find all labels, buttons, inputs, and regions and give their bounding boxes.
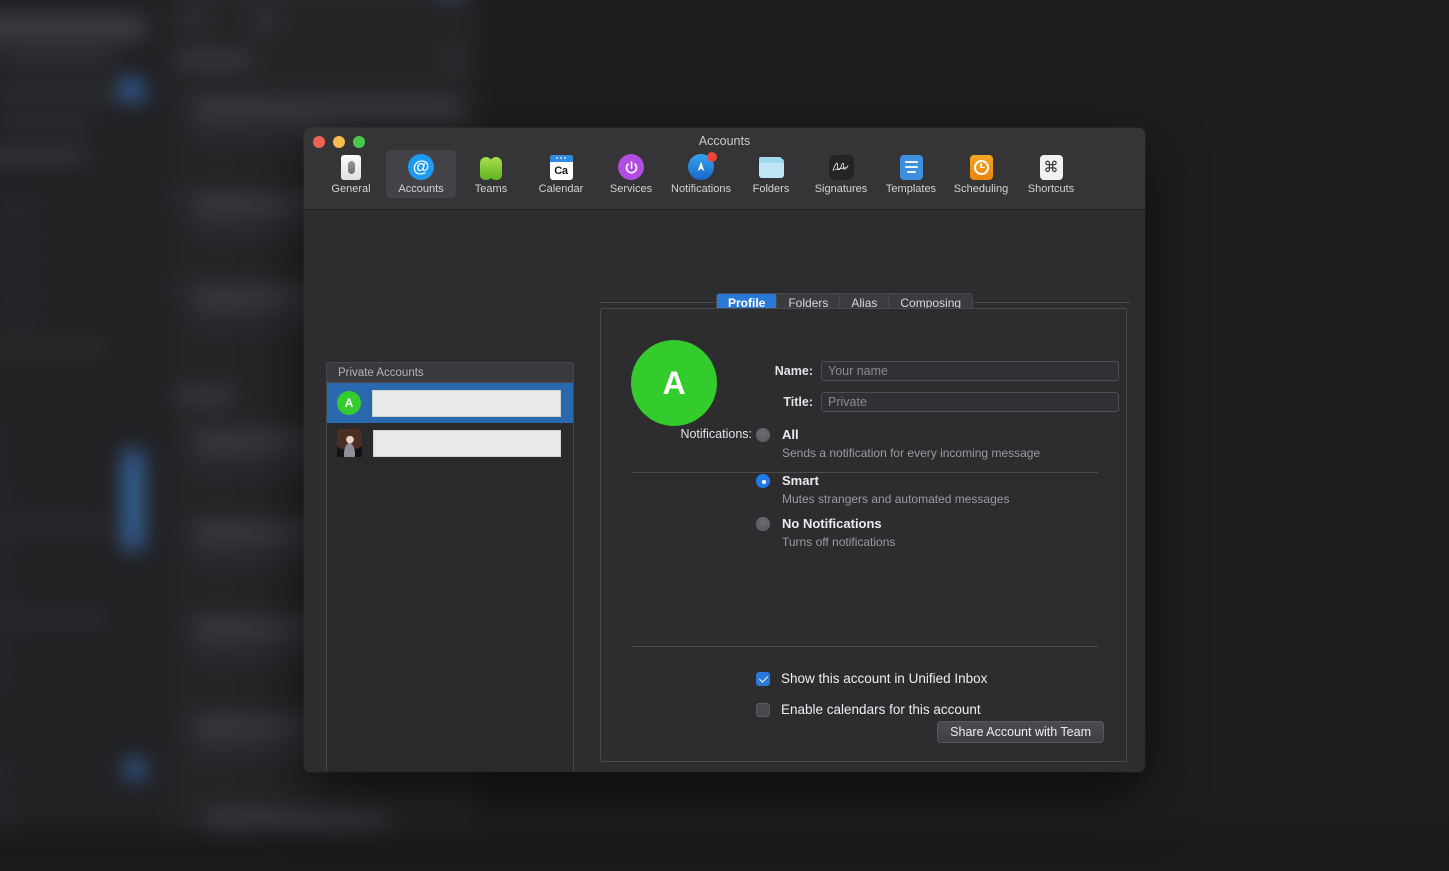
toolbar-label-calendar: Calendar bbox=[539, 183, 584, 195]
folders-icon bbox=[758, 154, 784, 180]
shortcuts-command-icon: ⌘ bbox=[1038, 154, 1064, 180]
checkbox-enable-calendars-row[interactable]: Enable calendars for this account bbox=[756, 702, 981, 717]
toolbar-label-folders: Folders bbox=[753, 183, 790, 195]
title-input[interactable] bbox=[821, 392, 1119, 412]
profile-panel: A Name: Title: Notifications: All Sends … bbox=[600, 308, 1127, 762]
toolbar-item-folders[interactable]: Folders bbox=[736, 150, 806, 198]
radio-none-title: No Notifications bbox=[782, 516, 1040, 532]
toolbar-label-templates: Templates bbox=[886, 183, 936, 195]
account-row-1[interactable]: A bbox=[327, 383, 573, 423]
toolbar-item-services[interactable]: Services bbox=[596, 150, 666, 198]
radio-none-icon[interactable] bbox=[756, 517, 770, 531]
name-label: Name: bbox=[751, 364, 813, 378]
radio-option-no-notifications[interactable]: No Notifications Turns off notifications bbox=[756, 516, 1040, 549]
notification-badge bbox=[707, 152, 717, 162]
checkbox-enable-calendars-label: Enable calendars for this account bbox=[781, 702, 981, 717]
command-glyph: ⌘ bbox=[1040, 155, 1063, 180]
checkbox-unified-inbox[interactable] bbox=[756, 672, 770, 686]
share-account-with-team-button[interactable]: Share Account with Team bbox=[937, 721, 1104, 743]
toolbar-label-teams: Teams bbox=[475, 183, 507, 195]
teams-people-icon bbox=[478, 154, 504, 180]
account-name-redacted-2 bbox=[373, 430, 561, 457]
radio-none-subtitle: Turns off notifications bbox=[782, 535, 1040, 549]
services-power-icon bbox=[618, 154, 644, 180]
divider-bottom bbox=[632, 646, 1098, 647]
notifications-label: Notifications: bbox=[660, 427, 752, 441]
title-label: Title: bbox=[751, 395, 813, 409]
toolbar-item-notifications[interactable]: Notifications bbox=[666, 150, 736, 198]
checkbox-unified-inbox-label: Show this account in Unified Inbox bbox=[781, 671, 987, 686]
calendar-icon: Ca bbox=[548, 154, 574, 180]
account-list: Private Accounts A + − bbox=[326, 362, 574, 772]
account-name-redacted-1 bbox=[372, 390, 561, 417]
account-avatar-initial: A bbox=[337, 391, 361, 415]
toolbar-item-general[interactable]: General bbox=[316, 150, 386, 198]
account-row-2[interactable] bbox=[327, 423, 573, 463]
accounts-preferences-window: Accounts General @ Accounts Teams bbox=[304, 128, 1145, 772]
calendar-icon-glyph: Ca bbox=[550, 162, 573, 180]
toolbar-label-notifications: Notifications bbox=[671, 183, 731, 195]
radio-smart-icon[interactable] bbox=[756, 474, 770, 488]
radio-option-smart[interactable]: Smart Mutes strangers and automated mess… bbox=[756, 473, 1040, 516]
name-field-row: Name: bbox=[751, 361, 1119, 381]
general-icon bbox=[338, 154, 364, 180]
toolbar-item-accounts[interactable]: @ Accounts bbox=[386, 150, 456, 198]
toolbar-label-scheduling: Scheduling bbox=[954, 183, 1008, 195]
toolbar-item-templates[interactable]: Templates bbox=[876, 150, 946, 198]
toolbar-label-shortcuts: Shortcuts bbox=[1028, 183, 1074, 195]
checkbox-unified-inbox-row[interactable]: Show this account in Unified Inbox bbox=[756, 671, 987, 686]
templates-icon bbox=[898, 154, 924, 180]
toolbar-item-signatures[interactable]: Signatures bbox=[806, 150, 876, 198]
name-input[interactable] bbox=[821, 361, 1119, 381]
toolbar-item-shortcuts[interactable]: ⌘ Shortcuts bbox=[1016, 150, 1086, 198]
window-titlebar: Accounts General @ Accounts Teams bbox=[304, 128, 1145, 210]
account-list-header: Private Accounts bbox=[327, 363, 573, 383]
scheduling-clock-icon bbox=[968, 154, 994, 180]
radio-smart-subtitle: Mutes strangers and automated messages bbox=[782, 492, 1040, 506]
notifications-compass-icon bbox=[688, 154, 714, 180]
toolbar-item-calendar[interactable]: Ca Calendar bbox=[526, 150, 596, 198]
checkbox-enable-calendars[interactable] bbox=[756, 703, 770, 717]
toolbar-label-accounts: Accounts bbox=[398, 183, 443, 195]
title-field-row: Title: bbox=[751, 392, 1119, 412]
radio-option-all[interactable]: All Sends a notification for every incom… bbox=[756, 427, 1040, 473]
accounts-at-icon: @ bbox=[408, 154, 434, 180]
toolbar-label-signatures: Signatures bbox=[815, 183, 868, 195]
window-title: Accounts bbox=[304, 134, 1145, 148]
signature-icon bbox=[828, 154, 854, 180]
radio-all-subtitle: Sends a notification for every incoming … bbox=[782, 446, 1040, 460]
notification-options-group: All Sends a notification for every incom… bbox=[756, 427, 1040, 549]
profile-avatar[interactable]: A bbox=[631, 340, 717, 426]
preferences-toolbar: General @ Accounts Teams Ca bbox=[304, 150, 1145, 198]
toolbar-item-scheduling[interactable]: Scheduling bbox=[946, 150, 1016, 198]
preferences-content: Private Accounts A + − Default Account: … bbox=[304, 210, 1145, 772]
toolbar-item-teams[interactable]: Teams bbox=[456, 150, 526, 198]
account-avatar-photo bbox=[337, 429, 362, 457]
radio-smart-title: Smart bbox=[782, 473, 1040, 489]
toolbar-label-general: General bbox=[331, 183, 370, 195]
radio-all-title: All bbox=[782, 427, 1040, 443]
radio-all-icon[interactable] bbox=[756, 428, 770, 442]
toolbar-label-services: Services bbox=[610, 183, 652, 195]
